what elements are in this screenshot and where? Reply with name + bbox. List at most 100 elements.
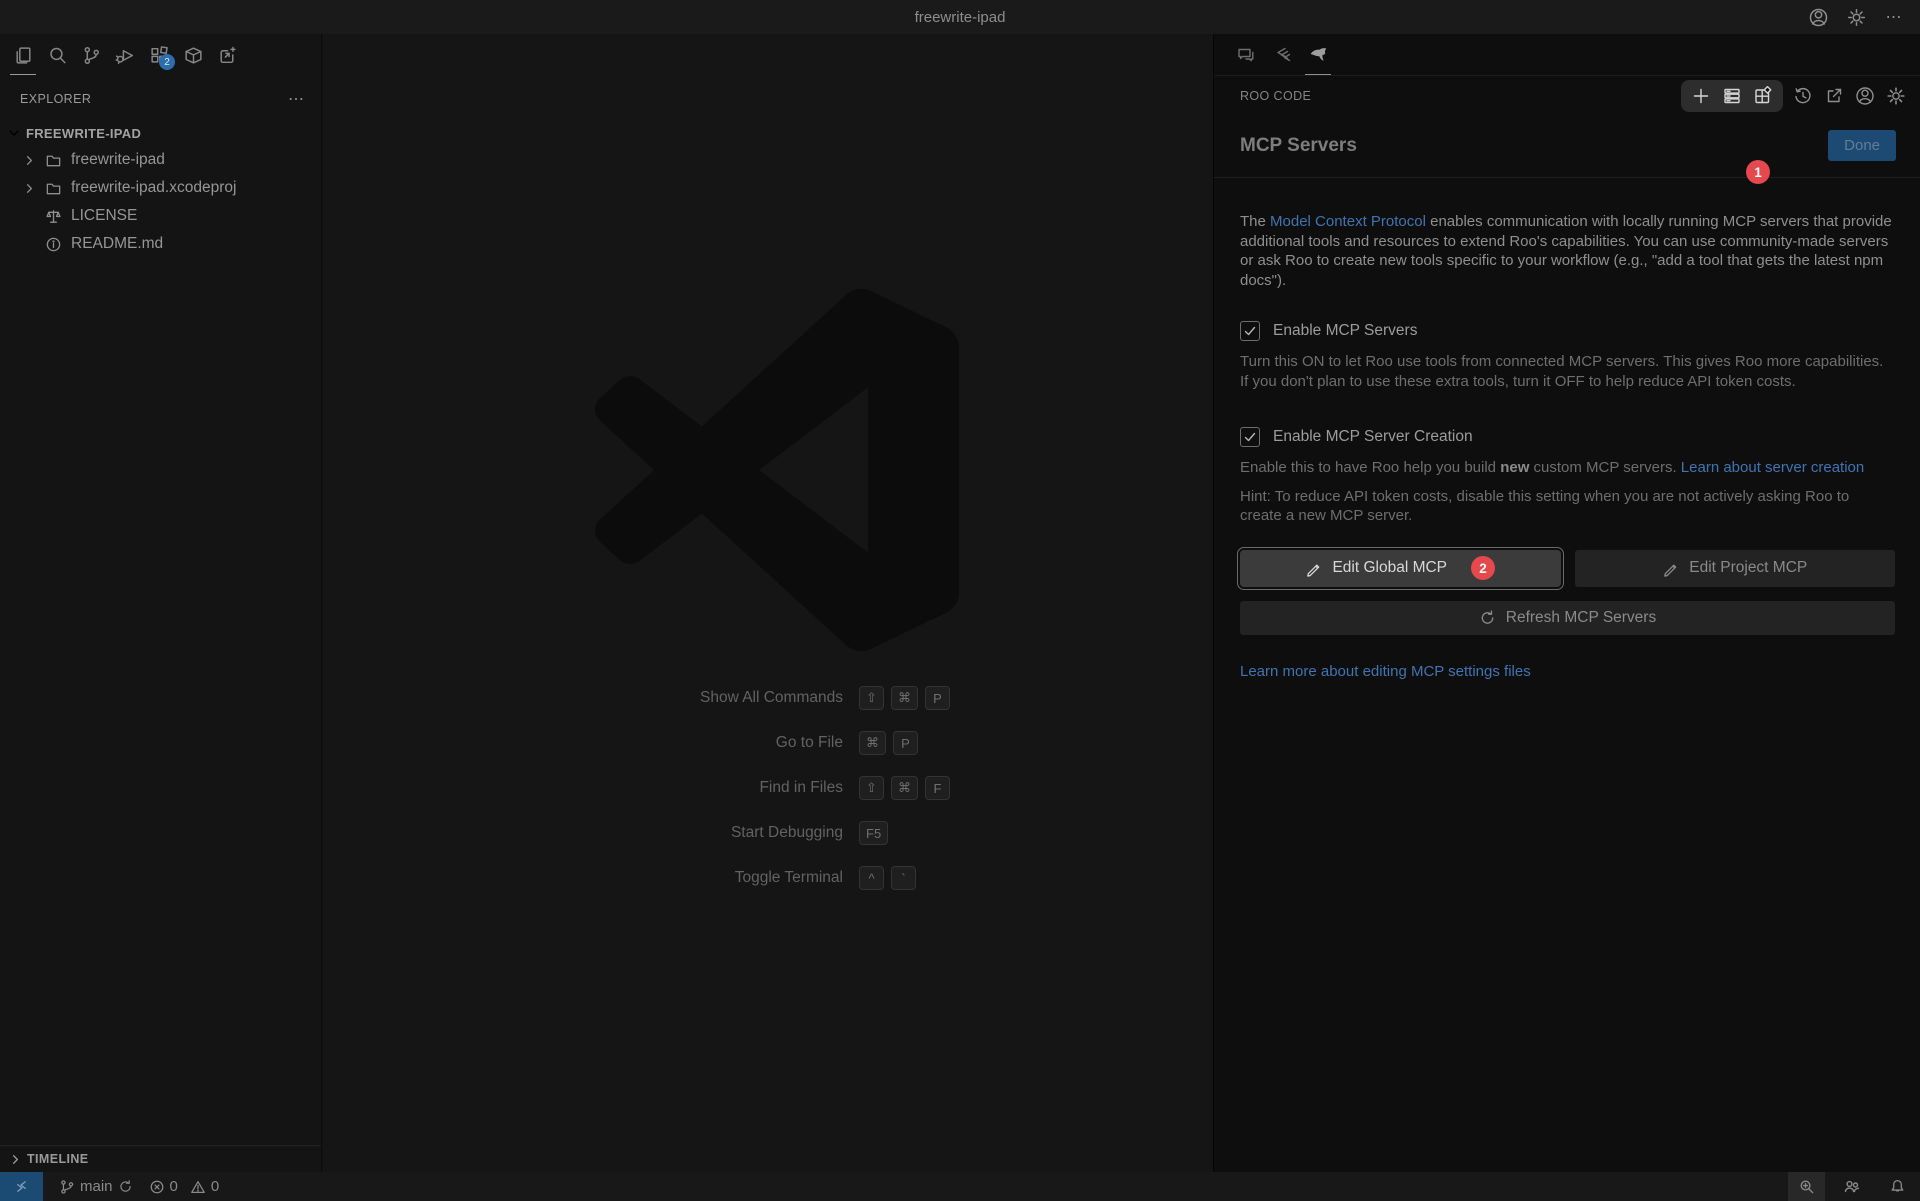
remote-icon bbox=[13, 1178, 30, 1195]
timeline-label: TIMELINE bbox=[27, 1152, 89, 1166]
toolbar-highlight-group bbox=[1681, 80, 1783, 112]
button-label: Edit Global MCP bbox=[1332, 559, 1447, 577]
title-bar: freewrite-ipad ⋯ bbox=[0, 0, 1920, 34]
folder-icon bbox=[43, 152, 63, 169]
mcp-settings-content: The Model Context Protocol enables commu… bbox=[1214, 178, 1920, 681]
sync-icon bbox=[118, 1179, 133, 1194]
done-button[interactable]: Done bbox=[1828, 130, 1896, 161]
pencil-icon bbox=[1305, 560, 1322, 577]
activity-cube-extension-icon[interactable] bbox=[176, 34, 210, 76]
git-branch-icon bbox=[59, 1179, 75, 1195]
panel-title: ROO CODE bbox=[1240, 89, 1311, 103]
enable-mcp-server-creation-checkbox[interactable]: Enable MCP Server Creation bbox=[1240, 427, 1895, 447]
folder-icon bbox=[43, 180, 63, 197]
tree-item-label: freewrite-ipad bbox=[71, 151, 165, 169]
license-scales-icon bbox=[43, 208, 63, 225]
branch-name: main bbox=[80, 1178, 113, 1195]
edit-global-mcp-button[interactable]: Edit Global MCP 2 bbox=[1240, 550, 1561, 587]
tree-item-folder[interactable]: freewrite-ipad.xcodeproj bbox=[0, 174, 321, 202]
shortcut-label: Find in Files bbox=[527, 779, 859, 797]
shortcut-label: Start Debugging bbox=[527, 824, 859, 842]
checkbox-checked-icon bbox=[1240, 427, 1260, 447]
edit-project-mcp-button[interactable]: Edit Project MCP bbox=[1575, 550, 1896, 587]
mcp-page-header: MCP Servers Done bbox=[1214, 116, 1920, 177]
explorer-header: EXPLORER ⋯ bbox=[0, 84, 321, 114]
shortcut-row: Start Debugging F5 bbox=[527, 821, 1009, 845]
shortcut-keys: ⌘ P bbox=[859, 731, 1009, 755]
new-task-plus-icon[interactable] bbox=[1690, 85, 1712, 107]
mcp-servers-grid-icon[interactable] bbox=[1752, 85, 1774, 107]
status-bar-right bbox=[1788, 1172, 1920, 1201]
explorer-root-folder[interactable]: FREEWRITE-IPAD bbox=[0, 120, 321, 146]
chevron-right-icon bbox=[8, 1152, 23, 1167]
account-icon[interactable] bbox=[1854, 85, 1876, 107]
tree-item-folder[interactable]: freewrite-ipad bbox=[0, 146, 321, 174]
tree-item-label: LICENSE bbox=[71, 207, 137, 225]
chevron-right-icon bbox=[20, 181, 38, 196]
title-bar-actions: ⋯ bbox=[1806, 0, 1906, 34]
warning-count: 0 bbox=[211, 1178, 219, 1195]
account-icon[interactable] bbox=[1806, 5, 1830, 29]
shortcut-label: Show All Commands bbox=[527, 689, 859, 707]
shortcut-label: Toggle Terminal bbox=[527, 869, 859, 887]
settings-gear-icon[interactable] bbox=[1844, 5, 1868, 29]
description-text: Enable this to have Roo help you build bbox=[1240, 459, 1500, 476]
explorer-more-actions-icon[interactable]: ⋯ bbox=[288, 89, 305, 109]
timeline-section-header[interactable]: TIMELINE bbox=[0, 1145, 321, 1172]
problems-item[interactable]: 0 0 bbox=[149, 1178, 220, 1195]
zoom-in-indicator-icon[interactable] bbox=[1788, 1172, 1825, 1201]
refresh-mcp-servers-button[interactable]: Refresh MCP Servers bbox=[1240, 601, 1895, 635]
vscode-window: freewrite-ipad ⋯ bbox=[0, 0, 1920, 1201]
activity-explorer-icon[interactable] bbox=[6, 34, 40, 76]
open-in-editor-icon[interactable] bbox=[1823, 85, 1845, 107]
shortcut-keys: F5 bbox=[859, 821, 1009, 845]
keycap: ⌘ bbox=[891, 686, 918, 710]
model-context-protocol-link[interactable]: Model Context Protocol bbox=[1270, 213, 1426, 230]
keycap: F bbox=[925, 776, 950, 800]
annotation-badge-1: 1 bbox=[1746, 160, 1770, 184]
keycap: ^ bbox=[859, 866, 884, 890]
keycap: ⌘ bbox=[891, 776, 918, 800]
keycap: ⌘ bbox=[859, 731, 886, 755]
settings-gear-icon[interactable] bbox=[1885, 85, 1907, 107]
intro-text: The bbox=[1240, 213, 1270, 230]
button-label: Edit Project MCP bbox=[1689, 559, 1807, 577]
notifications-bell-icon[interactable] bbox=[1879, 1172, 1916, 1201]
accounts-people-icon[interactable] bbox=[1833, 1172, 1871, 1201]
git-branch-item[interactable]: main bbox=[59, 1178, 133, 1195]
learn-server-creation-link[interactable]: Learn about server creation bbox=[1681, 459, 1864, 476]
keycap: ` bbox=[891, 866, 916, 890]
history-icon[interactable] bbox=[1792, 85, 1814, 107]
activity-extensions-icon[interactable]: 2 bbox=[142, 34, 176, 76]
tab-roo-code-kangaroo-icon[interactable] bbox=[1300, 34, 1336, 76]
tree-item-label: README.md bbox=[71, 235, 163, 253]
tab-comments-icon[interactable] bbox=[1228, 34, 1264, 76]
shortcut-row: Find in Files ⇧ ⌘ F bbox=[527, 776, 1009, 800]
remote-indicator[interactable] bbox=[0, 1172, 43, 1201]
bell-icon bbox=[1889, 1178, 1906, 1195]
errors-icon bbox=[149, 1179, 165, 1195]
sidebar: 2 EXPLORER ⋯ FREEWRITE-IPAD freewrite-ip… bbox=[0, 34, 322, 1172]
chevron-right-icon bbox=[20, 153, 38, 168]
vscode-logo-watermark bbox=[591, 288, 963, 652]
more-actions-icon[interactable]: ⋯ bbox=[1882, 5, 1906, 29]
enable-mcp-servers-checkbox[interactable]: Enable MCP Servers bbox=[1240, 321, 1895, 341]
tree-item-file[interactable]: README.md bbox=[0, 230, 321, 258]
activity-sparkle-extension-icon[interactable] bbox=[210, 34, 244, 76]
activity-source-control-icon[interactable] bbox=[74, 34, 108, 76]
activity-search-icon[interactable] bbox=[40, 34, 74, 76]
magnifier-plus-icon bbox=[1798, 1178, 1815, 1195]
tab-chevrons-extension-icon[interactable] bbox=[1264, 34, 1300, 76]
status-bar: main 0 0 bbox=[0, 1172, 1920, 1201]
activity-run-debug-icon[interactable] bbox=[108, 34, 142, 76]
editor-area: Show All Commands ⇧ ⌘ P Go to File ⌘ P F… bbox=[323, 34, 1213, 1172]
shortcut-keys: ⇧ ⌘ P bbox=[859, 686, 1009, 710]
keycap: F5 bbox=[859, 821, 888, 845]
learn-more-mcp-settings-link[interactable]: Learn more about editing MCP settings fi… bbox=[1240, 663, 1531, 680]
readme-info-icon bbox=[43, 236, 63, 253]
page-title: MCP Servers bbox=[1240, 135, 1357, 157]
server-list-icon[interactable] bbox=[1721, 85, 1743, 107]
root-folder-label: FREEWRITE-IPAD bbox=[26, 126, 141, 141]
tree-item-file[interactable]: LICENSE bbox=[0, 202, 321, 230]
toolbar-icons bbox=[1681, 80, 1907, 112]
